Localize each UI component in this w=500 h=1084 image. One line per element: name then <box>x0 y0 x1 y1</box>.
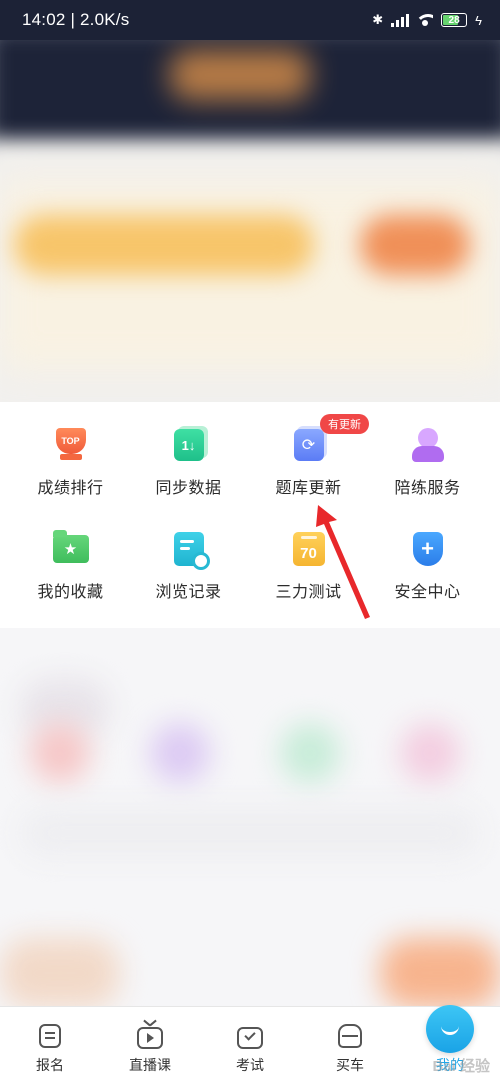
grid-item-three-ability-test[interactable]: 70 三力测试 <box>246 506 371 602</box>
grid-item-my-favorites[interactable]: ★ 我的收藏 <box>8 506 133 602</box>
grid-item-label: 题库更新 <box>275 480 342 497</box>
tab-live-course[interactable]: 直播课 <box>100 1007 200 1084</box>
function-grid: TOP 成绩排行 1↓ 同步数据 ⟳ 题库更新 陪练服务 ★ 我的收藏 浏览记录 <box>0 402 500 628</box>
coach-icon <box>408 426 448 464</box>
tab-exam[interactable]: 考试 <box>200 1007 300 1084</box>
tab-label: 直播课 <box>129 1057 171 1073</box>
car-icon <box>337 1023 363 1049</box>
status-bar: 14:02 | 2.0K/s ✱ 28 ϟ <box>0 0 500 40</box>
history-icon <box>169 530 210 570</box>
trophy-icon-text: TOP <box>55 428 86 454</box>
blurred-content-area <box>0 628 500 1006</box>
trophy-icon: TOP <box>51 426 91 464</box>
grid-item-coach-service[interactable]: 陪练服务 <box>365 402 490 498</box>
score-icon-text: 70 <box>292 532 325 566</box>
tab-label: 考试 <box>236 1057 264 1073</box>
update-badge: 有更新 <box>320 414 369 434</box>
register-icon <box>37 1023 63 1049</box>
exam-icon <box>237 1023 263 1049</box>
sync-data-icon: 1↓ <box>169 426 209 464</box>
status-time-speed: 14:02 | 2.0K/s <box>22 10 130 29</box>
tab-label: 报名 <box>36 1057 64 1073</box>
question-bank-icon: ⟳ <box>289 426 329 464</box>
watermark: Bai 经验 <box>432 1058 490 1075</box>
grid-item-browse-history[interactable]: 浏览记录 <box>126 506 251 602</box>
tab-label: 买车 <box>336 1057 364 1073</box>
grid-item-label: 我的收藏 <box>37 584 104 601</box>
battery-level: 28 <box>448 14 460 26</box>
battery-icon: 28 <box>441 13 468 27</box>
status-icons: ✱ 28 ϟ <box>372 12 482 28</box>
live-tv-icon <box>137 1023 163 1049</box>
grid-item-label: 三力测试 <box>275 584 342 601</box>
tab-register[interactable]: 报名 <box>0 1007 100 1084</box>
grid-item-label: 安全中心 <box>394 584 461 601</box>
bottom-tab-bar: 报名 直播课 考试 买车 我的 <box>0 1005 500 1084</box>
shield-icon: + <box>408 530 448 568</box>
wifi-icon <box>417 14 434 26</box>
tab-buy-car[interactable]: 买车 <box>300 1007 400 1084</box>
me-icon <box>426 1005 474 1053</box>
grid-item-label: 同步数据 <box>155 480 222 497</box>
signal-icon <box>391 13 410 27</box>
bluetooth-icon: ✱ <box>372 12 384 27</box>
grid-item-label: 浏览记录 <box>155 584 222 601</box>
score-icon: 70 <box>289 530 329 568</box>
favorites-folder-icon: ★ <box>51 530 91 568</box>
grid-item-sync-data[interactable]: 1↓ 同步数据 <box>126 402 251 498</box>
grid-item-label: 陪练服务 <box>394 480 461 497</box>
grid-item-security-center[interactable]: + 安全中心 <box>365 506 490 602</box>
grid-item-label: 成绩排行 <box>37 480 104 497</box>
blurred-header-area <box>0 40 500 402</box>
shield-icon-text: + <box>412 532 443 566</box>
sync-data-icon-text: 1↓ <box>173 429 204 461</box>
grid-item-score-ranking[interactable]: TOP 成绩排行 <box>8 402 133 498</box>
charging-icon: ϟ <box>475 12 482 28</box>
